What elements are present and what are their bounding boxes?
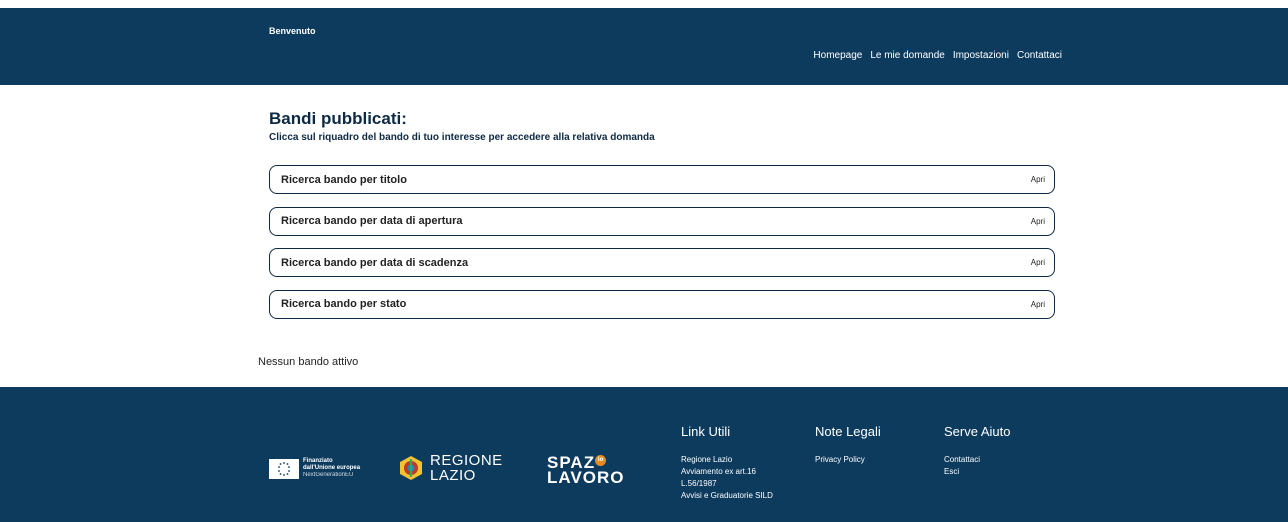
footer-link-privacy[interactable]: Privacy Policy [815, 454, 881, 466]
lazio-line1: REGIONE [430, 452, 503, 469]
search-by-status[interactable]: Ricerca bando per stato Apri [269, 289, 1055, 319]
footer-link-avviamento[interactable]: Avviamento ex art.16 [681, 466, 773, 478]
footer-col-title: Serve Aiuto [944, 424, 1011, 439]
footer-link-legge[interactable]: L.56/1987 [681, 478, 773, 490]
nav-impostazioni[interactable]: Impostazioni [953, 50, 1009, 61]
search-label: Ricerca bando per titolo [281, 173, 407, 186]
search-label: Ricerca bando per data di apertura [281, 215, 463, 227]
eu-line3: NextGenerationEU [303, 472, 354, 478]
site-header: Benvenuto Homepage Le mie domande Impost… [0, 8, 1288, 85]
open-button[interactable]: Apri [1031, 175, 1045, 184]
footer-link-regione-lazio[interactable]: Regione Lazio [681, 454, 773, 466]
nav-le-mie-domande[interactable]: Le mie domande [870, 50, 945, 61]
footer-link-contattaci[interactable]: Contattaci [944, 454, 1011, 466]
footer-col-note-legali: Note Legali Privacy Policy [815, 424, 881, 466]
open-button[interactable]: Apri [1031, 300, 1045, 309]
nav-homepage[interactable]: Homepage [813, 50, 862, 61]
footer-link-avvisi[interactable]: Avvisi e Graduatorie SILD [681, 490, 773, 502]
open-button[interactable]: Apri [1031, 217, 1045, 226]
eu-flag-icon [269, 458, 299, 479]
spazio-line2: LAVORO [547, 468, 625, 487]
eu-logo-text: Finanziato dall'Unione europea NextGener… [303, 458, 360, 479]
site-footer: Finanziato dall'Unione europea NextGener… [0, 387, 1288, 522]
search-label: Ricerca bando per data di scadenza [281, 256, 469, 269]
search-by-opening-date[interactable]: Ricerca bando per data di apertura Apri [269, 206, 1055, 236]
search-list: Ricerca bando per titolo Apri Ricerca ba… [269, 165, 1055, 331]
page-title: Bandi pubblicati: [269, 109, 407, 128]
nav-contattaci[interactable]: Contattaci [1017, 50, 1062, 61]
welcome-text: Benvenuto [269, 26, 316, 36]
eu-line1: Finanziato [303, 458, 333, 464]
footer-col-serve-aiuto: Serve Aiuto Contattaci Esci [944, 424, 1011, 478]
eu-line2: dall'Unione europea [303, 465, 361, 471]
page-subtitle: Clicca sul riquadro del bando di tuo int… [269, 132, 655, 143]
footer-col-title: Link Utili [681, 424, 731, 439]
eu-funding-logo: Finanziato dall'Unione europea NextGener… [269, 458, 360, 479]
spazio-lavoro-logo: SPAZ io LAVORO [547, 454, 625, 487]
lazio-line2: LAZIO [430, 467, 476, 484]
lazio-wordmark: REGIONE LAZIO [430, 453, 503, 483]
spazio-io-badge: io [595, 455, 607, 466]
search-by-deadline[interactable]: Ricerca bando per data di scadenza Apri [269, 248, 1055, 277]
search-by-title[interactable]: Ricerca bando per titolo Apri [269, 165, 1055, 194]
empty-message: Nessun bando attivo [258, 356, 359, 368]
open-button[interactable]: Apri [1031, 258, 1045, 267]
search-label: Ricerca bando per stato [281, 298, 407, 310]
main-nav: Homepage Le mie domande Impostazioni Con… [813, 50, 1062, 61]
footer-link-esci[interactable]: Esci [944, 466, 1011, 478]
footer-col-link-utili: Link Utili Regione Lazio Avviamento ex a… [681, 424, 773, 502]
lazio-emblem-icon [400, 456, 422, 480]
regione-lazio-logo: REGIONE LAZIO [398, 453, 503, 483]
footer-col-title: Note Legali [815, 424, 881, 439]
